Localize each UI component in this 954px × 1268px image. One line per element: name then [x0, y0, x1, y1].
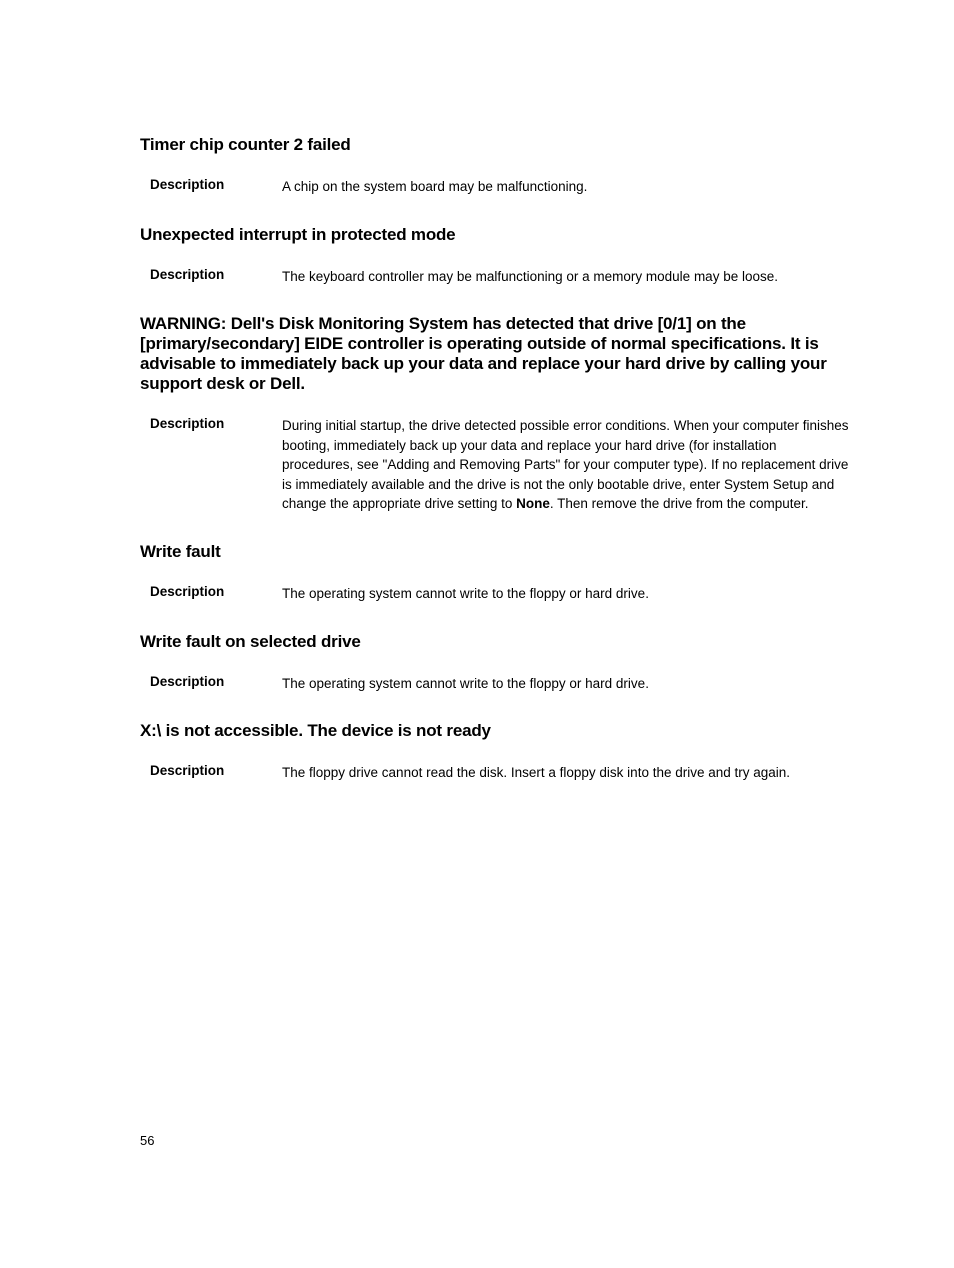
description-label: Description [150, 416, 282, 431]
page-number: 56 [140, 1133, 154, 1148]
description-label: Description [150, 177, 282, 192]
document-page: Timer chip counter 2 failed Description … [0, 0, 954, 783]
description-label: Description [150, 584, 282, 599]
section-warning-disk-monitoring: WARNING: Dell's Disk Monitoring System h… [140, 314, 849, 514]
section-heading: WARNING: Dell's Disk Monitoring System h… [140, 314, 849, 394]
description-text: The operating system cannot write to the… [282, 584, 849, 604]
section-heading: Timer chip counter 2 failed [140, 135, 849, 155]
description-row: Description The keyboard controller may … [140, 267, 849, 287]
description-row: Description During initial startup, the … [140, 416, 849, 514]
description-text-post: . Then remove the drive from the compute… [550, 496, 809, 511]
description-label: Description [150, 267, 282, 282]
description-text: A chip on the system board may be malfun… [282, 177, 849, 197]
description-row: Description The floppy drive cannot read… [140, 763, 849, 783]
section-timer-chip: Timer chip counter 2 failed Description … [140, 135, 849, 197]
description-row: Description The operating system cannot … [140, 584, 849, 604]
section-write-fault-selected-drive: Write fault on selected drive Descriptio… [140, 632, 849, 694]
section-write-fault: Write fault Description The operating sy… [140, 542, 849, 604]
description-text-bold: None [516, 496, 550, 511]
description-text: The keyboard controller may be malfuncti… [282, 267, 849, 287]
description-label: Description [150, 763, 282, 778]
section-heading: X:\ is not accessible. The device is not… [140, 721, 849, 741]
description-text: During initial startup, the drive detect… [282, 416, 849, 514]
description-text: The floppy drive cannot read the disk. I… [282, 763, 849, 783]
section-heading: Write fault [140, 542, 849, 562]
section-drive-not-accessible: X:\ is not accessible. The device is not… [140, 721, 849, 783]
section-unexpected-interrupt: Unexpected interrupt in protected mode D… [140, 225, 849, 287]
description-text: The operating system cannot write to the… [282, 674, 849, 694]
section-heading: Write fault on selected drive [140, 632, 849, 652]
description-row: Description The operating system cannot … [140, 674, 849, 694]
description-label: Description [150, 674, 282, 689]
section-heading: Unexpected interrupt in protected mode [140, 225, 849, 245]
description-row: Description A chip on the system board m… [140, 177, 849, 197]
